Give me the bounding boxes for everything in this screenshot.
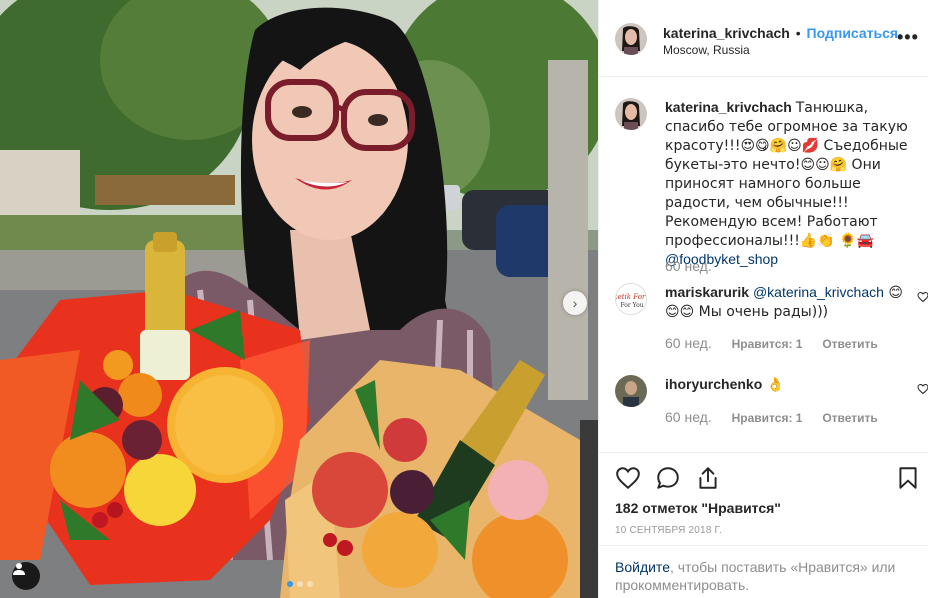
comment-content: Танюшка, спасибо тебе огромное за такую … — [665, 100, 908, 249]
reply-button[interactable]: Ответить — [822, 411, 877, 425]
comment-username[interactable]: ihoryurchenko — [665, 376, 762, 392]
post-photo[interactable]: › — [0, 0, 598, 598]
post-location[interactable]: Moscow, Russia — [663, 43, 750, 57]
comment-time[interactable]: 60 нед. — [665, 335, 712, 351]
comment-text: katerina_krivchach Танюшка, спасибо тебе… — [665, 98, 915, 268]
post-image — [0, 0, 598, 598]
post-side-panel: katerina_krivchach • Подписаться Moscow,… — [598, 0, 928, 598]
login-prompt: Войдите, чтобы поставить «Нравится» или … — [599, 545, 928, 598]
avatar[interactable]: Buketik For You For You — [615, 283, 647, 315]
comment-content: 👌 — [762, 377, 785, 393]
next-photo-button[interactable]: › — [563, 291, 587, 315]
login-link[interactable]: Войдите — [615, 559, 670, 575]
comment-item: Buketik For You For You mariskarurik @ka… — [615, 283, 928, 353]
reply-button[interactable]: Ответить — [822, 337, 877, 351]
follow-button[interactable]: Подписаться — [807, 25, 899, 41]
carousel-dot — [307, 581, 313, 587]
comment-meta: 60 нед. Нравится: 1 Ответить — [665, 409, 878, 425]
chevron-right-icon: › — [572, 295, 578, 311]
post-actions: 182 отметок "Нравится" 10 сентября 2018 … — [599, 452, 928, 598]
likes-count[interactable]: 182 отметок "Нравится" — [615, 500, 781, 516]
comment-text: mariskarurik @katerina_krivchach 😊 😊😊 Мы… — [665, 283, 915, 321]
post-author-name[interactable]: katerina_krivchach — [663, 25, 790, 41]
carousel-indicator — [287, 581, 313, 587]
avatar[interactable] — [615, 375, 647, 407]
heart-icon[interactable] — [615, 465, 641, 491]
comment-item: ihoryurchenko 👌 60 нед. Нравится: 1 Отве… — [615, 375, 928, 435]
post-author-line: katerina_krivchach • Подписаться — [663, 25, 898, 41]
avatar[interactable] — [615, 98, 647, 130]
comment-username[interactable]: katerina_krivchach — [665, 99, 792, 115]
share-icon[interactable] — [695, 465, 721, 491]
comment-icon[interactable] — [655, 465, 681, 491]
comment-meta: 60 нед. Нравится: 1 Ответить — [665, 335, 878, 351]
carousel-dot — [287, 581, 293, 587]
comment-time[interactable]: 60 нед. — [665, 409, 712, 425]
more-horizontal-icon[interactable]: ••• — [897, 28, 919, 46]
comment-likes-button[interactable]: Нравится: 1 — [732, 337, 803, 351]
user-icon — [13, 563, 25, 575]
separator-dot: • — [795, 25, 801, 41]
comment-time[interactable]: 60 нед. — [665, 258, 712, 274]
post-date[interactable]: 10 сентября 2018 г. — [615, 525, 722, 536]
carousel-dot — [297, 581, 303, 587]
comments-list: katerina_krivchach Танюшка, спасибо тебе… — [599, 78, 928, 452]
heart-icon[interactable] — [917, 383, 928, 395]
heart-icon[interactable] — [917, 291, 928, 303]
avatar-text: Buketik For You — [616, 293, 647, 301]
bookmark-icon[interactable] — [895, 465, 921, 491]
tagged-users-button[interactable] — [12, 562, 40, 590]
comment-username[interactable]: mariskarurik — [665, 284, 749, 300]
avatar[interactable] — [615, 23, 647, 55]
svg-text:For You: For You — [620, 302, 643, 309]
comment-mention[interactable]: @katerina_krivchach — [753, 284, 884, 300]
comment-likes-button[interactable]: Нравится: 1 — [732, 411, 803, 425]
post-header: katerina_krivchach • Подписаться Moscow,… — [599, 0, 928, 77]
comment-meta: 60 нед. — [665, 258, 712, 274]
comment-text: ihoryurchenko 👌 — [665, 375, 915, 394]
comment-item: katerina_krivchach Танюшка, спасибо тебе… — [615, 98, 915, 298]
